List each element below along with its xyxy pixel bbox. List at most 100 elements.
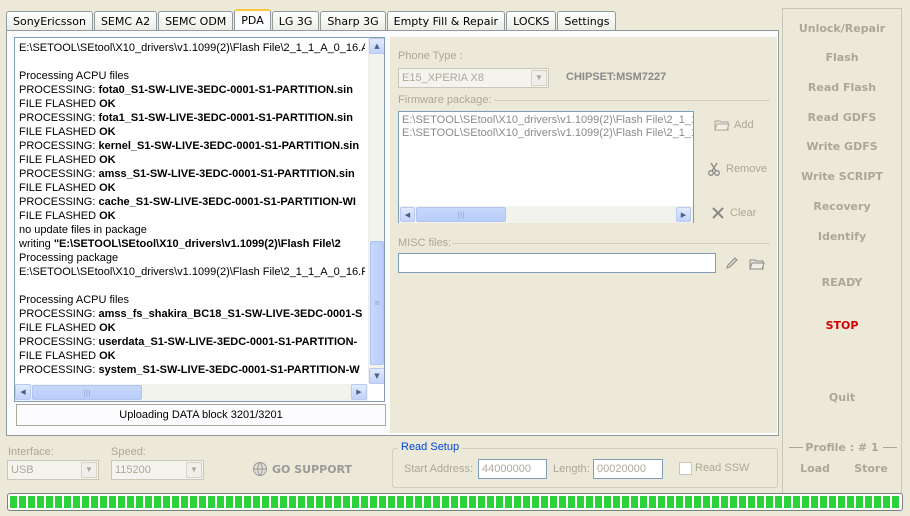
log-line-prefix: PROCESSING: xyxy=(19,112,99,124)
tab-sonyericsson[interactable]: SonyEricsson xyxy=(6,11,93,31)
log-line: FILE FLASHED OK xyxy=(19,97,365,111)
phone-type-value: E15_XPERIA X8 xyxy=(402,72,484,84)
log-horizontal-scroll-thumb[interactable]: ||| xyxy=(32,385,142,400)
interface-select[interactable]: USB ▼ xyxy=(7,460,99,480)
log-line: Processing ACPU files xyxy=(19,70,130,82)
misc-files-input[interactable] xyxy=(398,253,716,273)
tab-locks[interactable]: LOCKS xyxy=(506,11,557,31)
ready-status: READY xyxy=(821,276,863,289)
log-line-value: fota0_S1-SW-LIVE-3EDC-0001-S1-PARTITION.… xyxy=(98,84,353,96)
tab-semc-odm[interactable]: SEMC ODM xyxy=(158,11,234,31)
log-line: PROCESSING: fota0_S1-SW-LIVE-3EDC-0001-S… xyxy=(19,83,365,97)
write-gdfs-button[interactable]: Write GDFS xyxy=(783,140,901,153)
divider xyxy=(494,100,770,101)
flash-button[interactable]: Flash xyxy=(783,51,901,64)
start-address-input[interactable]: 44000000 xyxy=(478,459,547,479)
chevron-down-icon[interactable]: ▼ xyxy=(186,462,202,478)
tab-semc-a2[interactable]: SEMC A2 xyxy=(93,11,158,31)
log-line: FILE FLASHED OK xyxy=(19,321,365,335)
read-ssw-label: Read SSW xyxy=(695,462,750,474)
firmware-scroll-thumb[interactable]: ||| xyxy=(416,207,506,222)
stop-button[interactable]: STOP xyxy=(783,319,901,332)
firmware-file-list[interactable]: E:\SETOOL\SEtool\X10_drivers\v1.1099(2)\… xyxy=(398,111,694,223)
unlock-repair-button[interactable]: Unlock/Repair xyxy=(783,22,901,35)
log-horizontal-scrollbar[interactable]: ◀ ||| ▶ xyxy=(15,384,368,401)
divider xyxy=(883,447,897,448)
log-line: PROCESSING: amss_S1-SW-LIVE-3EDC-0001-S1… xyxy=(19,167,365,181)
firmware-horizontal-scrollbar[interactable]: ◀ ||| ▶ xyxy=(399,206,693,223)
go-support-button[interactable]: GO SUPPORT xyxy=(252,461,352,477)
tab-strip: SonyEricsson SEMC A2 SEMC ODM PDA LG 3G Sharp… xyxy=(6,9,617,32)
speed-select[interactable]: 115200 ▼ xyxy=(111,460,204,480)
log-line: PROCESSING: fota1_S1-SW-LIVE-3EDC-0001-S… xyxy=(19,111,365,125)
read-ssw-checkbox[interactable] xyxy=(679,462,692,475)
scroll-down-icon[interactable]: ▼ xyxy=(369,368,384,384)
log-line: Processing ACPU files xyxy=(19,294,130,306)
firmware-file-item[interactable]: E:\SETOOL\SEtool\X10_drivers\v1.1099(2)\… xyxy=(399,127,693,140)
chevron-down-icon[interactable]: ▼ xyxy=(81,462,97,478)
log-line: PROCESSING: amss_fs_shakira_BC18_S1-SW-L… xyxy=(19,307,365,321)
scroll-left-icon[interactable]: ◀ xyxy=(400,207,415,222)
log-line-value: system_S1-SW-LIVE-3EDC-0001-S1-PARTITION… xyxy=(98,364,360,376)
phone-type-select[interactable]: E15_XPERIA X8 ▼ xyxy=(398,68,549,88)
log-line-value: userdata_S1-SW-LIVE-3EDC-0001-S1-PARTITI… xyxy=(98,336,358,348)
log-line-prefix: writing xyxy=(19,238,54,250)
folder-open-icon[interactable] xyxy=(749,256,765,272)
log-line-prefix: PROCESSING: xyxy=(19,308,99,320)
scroll-right-icon[interactable]: ▶ xyxy=(351,384,367,400)
identify-button[interactable]: Identify xyxy=(783,230,901,243)
log-line-prefix: FILE FLASHED xyxy=(19,182,100,194)
log-line-prefix: PROCESSING: xyxy=(19,168,99,180)
chipset-label: CHIPSET:MSM7227 xyxy=(566,71,667,83)
tab-sharp-3g[interactable]: Sharp 3G xyxy=(320,11,386,31)
clear-button[interactable]: Clear xyxy=(710,205,756,221)
log-vertical-scroll-thumb[interactable]: ≡ xyxy=(370,241,384,365)
log-line-prefix: FILE FLASHED xyxy=(19,126,100,138)
log-vertical-scrollbar[interactable]: ▲ ≡ ▼ xyxy=(368,38,384,384)
chevron-down-icon[interactable]: ▼ xyxy=(531,70,547,86)
tab-empty-fill-repair[interactable]: Empty Fill & Repair xyxy=(386,11,506,31)
log-line-value: OK xyxy=(99,126,116,138)
recovery-button[interactable]: Recovery xyxy=(783,200,901,213)
log-line: FILE FLASHED OK xyxy=(19,181,365,195)
log-line-value: fota1_S1-SW-LIVE-3EDC-0001-S1-PARTITION.… xyxy=(98,112,353,124)
folder-open-icon xyxy=(714,117,730,133)
log-line: PROCESSING: cache_S1-SW-LIVE-3EDC-0001-S… xyxy=(19,195,365,209)
write-script-button[interactable]: Write SCRIPT xyxy=(783,170,901,183)
log-line-prefix: PROCESSING: xyxy=(19,364,99,376)
read-setup-title: Read Setup xyxy=(398,441,463,453)
read-flash-button[interactable]: Read Flash xyxy=(783,81,901,94)
pencil-icon[interactable] xyxy=(724,255,740,271)
tab-settings[interactable]: Settings xyxy=(557,11,617,31)
log-output: E:\SETOOL\SEtool\X10_drivers\v1.1099(2)\… xyxy=(14,37,385,402)
progress-bar xyxy=(7,493,903,511)
remove-button[interactable]: Remove xyxy=(706,161,767,177)
tab-lg-3g[interactable]: LG 3G xyxy=(271,11,320,31)
log-line-value: OK xyxy=(99,350,116,362)
read-gdfs-button[interactable]: Read GDFS xyxy=(783,111,901,124)
speed-label: Speed: xyxy=(111,446,146,458)
remove-label: Remove xyxy=(726,163,767,175)
log-line-prefix: PROCESSING: xyxy=(19,140,99,152)
scroll-up-icon[interactable]: ▲ xyxy=(369,38,384,54)
divider xyxy=(452,243,770,244)
tab-pda[interactable]: PDA xyxy=(234,9,271,32)
firmware-file-item[interactable]: E:\SETOOL\SEtool\X10_drivers\v1.1099(2)\… xyxy=(399,114,693,127)
quit-button[interactable]: Quit xyxy=(783,391,901,404)
log-line-value: OK xyxy=(99,98,116,110)
scroll-left-icon[interactable]: ◀ xyxy=(15,384,31,400)
load-profile-button[interactable]: Load xyxy=(797,462,833,475)
log-line-value: OK xyxy=(99,322,116,334)
log-line-value: amss_fs_shakira_BC18_S1-SW-LIVE-3EDC-000… xyxy=(98,308,363,320)
store-profile-button[interactable]: Store xyxy=(851,462,891,475)
log-line: E:\SETOOL\SEtool\X10_drivers\v1.1099(2)\… xyxy=(19,266,365,278)
scroll-right-icon[interactable]: ▶ xyxy=(676,207,691,222)
add-button[interactable]: Add xyxy=(714,117,754,133)
length-input[interactable]: 00020000 xyxy=(593,459,663,479)
interface-value: USB xyxy=(11,464,34,476)
go-support-label: GO SUPPORT xyxy=(272,462,353,476)
speed-value: 115200 xyxy=(115,464,151,476)
log-line: writing "E:\SETOOL\SEtool\X10_drivers\v1… xyxy=(19,237,365,251)
log-line: FILE FLASHED OK xyxy=(19,349,365,363)
